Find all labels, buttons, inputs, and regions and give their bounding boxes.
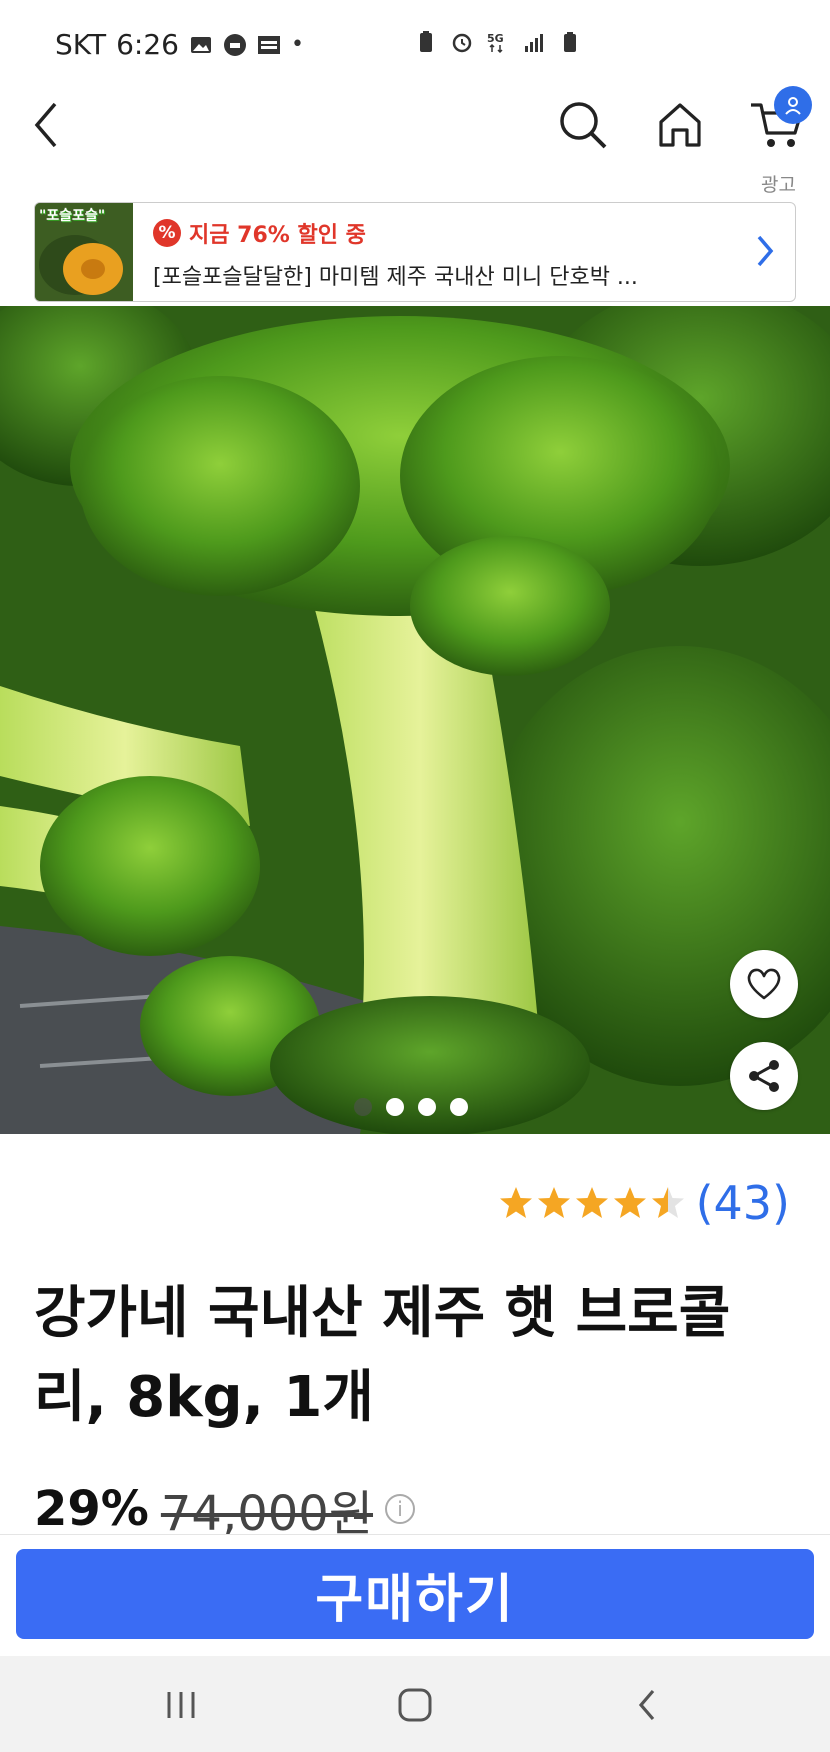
carousel-dot[interactable]	[354, 1098, 372, 1116]
product-title: 강가네 국내산 제주 햇 브로콜리, 8kg, 1개	[34, 1281, 731, 1430]
favorite-button[interactable]	[730, 950, 798, 1018]
price-row: 29% 74,000원 i	[34, 1482, 416, 1536]
ad-thumb-label: "포슬포슬"	[39, 208, 106, 224]
gallery-icon	[190, 36, 211, 53]
svg-text:5G: 5G	[487, 32, 504, 45]
carousel-dots	[354, 1098, 468, 1116]
chevron-left-icon	[34, 102, 57, 148]
back-button[interactable]	[12, 90, 82, 160]
back-system-button[interactable]	[622, 1680, 672, 1730]
home-square-icon	[398, 1688, 432, 1722]
recent-apps-icon	[167, 1692, 195, 1718]
star-rating	[498, 1186, 686, 1220]
original-price: 74,000원	[160, 1486, 374, 1536]
lock-app-icon	[223, 33, 246, 56]
clock-time: 6:26	[116, 28, 179, 61]
heart-icon	[747, 968, 781, 1000]
half-star-icon	[651, 1187, 684, 1218]
back-arrow-icon	[638, 1689, 655, 1721]
carrier-label: SKT	[55, 28, 107, 61]
chevron-right-icon	[757, 235, 774, 267]
broccoli-image	[0, 306, 830, 1134]
top-navigation	[0, 80, 830, 190]
status-bar: SKT 6:26 • 5G	[0, 0, 830, 80]
rating-row[interactable]: (43)	[498, 1176, 790, 1230]
ad-sale-text: 지금 76% 할인 중	[189, 223, 366, 248]
home-system-button[interactable]	[390, 1680, 440, 1730]
carousel-dot[interactable]	[418, 1098, 436, 1116]
search-button[interactable]	[548, 90, 618, 160]
star-icon	[537, 1187, 570, 1218]
more-notifications-icon: •	[290, 32, 304, 57]
buy-bar: 구매하기	[0, 1534, 830, 1654]
alarm-icon	[452, 33, 472, 53]
battery-saver-icon	[420, 31, 432, 52]
discount-rate: 29%	[34, 1482, 149, 1536]
star-icon	[575, 1187, 608, 1218]
cart-badge	[774, 86, 812, 124]
sale-percent-icon: %	[153, 219, 181, 247]
home-button[interactable]	[645, 90, 715, 160]
share-icon	[749, 1060, 779, 1092]
share-button[interactable]	[730, 1042, 798, 1110]
user-icon	[785, 97, 801, 115]
app-badge-icon	[257, 35, 280, 54]
search-icon	[560, 102, 607, 149]
star-icon	[613, 1187, 646, 1218]
ad-label: 광고	[761, 174, 796, 196]
recent-apps-button[interactable]	[156, 1680, 206, 1730]
buy-button[interactable]: 구매하기	[16, 1549, 814, 1639]
carousel-dot[interactable]	[386, 1098, 404, 1116]
star-icon	[499, 1187, 532, 1218]
ad-title: [포슬포슬달달한] 마미템 제주 국내산 미니 단호박 ...	[153, 265, 638, 290]
carousel-dot[interactable]	[450, 1098, 468, 1116]
info-icon[interactable]: i	[385, 1494, 416, 1524]
signal-icon	[525, 34, 543, 52]
review-count[interactable]: (43)	[696, 1176, 790, 1230]
product-image-carousel[interactable]	[0, 306, 830, 1134]
ad-thumbnail: "포슬포슬"	[35, 203, 133, 301]
home-icon	[659, 103, 701, 147]
ad-sale-row: % 지금 76% 할인 중	[153, 217, 366, 249]
battery-icon	[564, 32, 576, 52]
ad-banner[interactable]: "포슬포슬" % 지금 76% 할인 중 [포슬포슬달달한] 마미템 제주 국내…	[34, 202, 796, 302]
system-navigation-bar	[0, 1656, 830, 1752]
network-5g-icon: 5G	[487, 32, 504, 54]
cart-button[interactable]	[742, 86, 812, 160]
